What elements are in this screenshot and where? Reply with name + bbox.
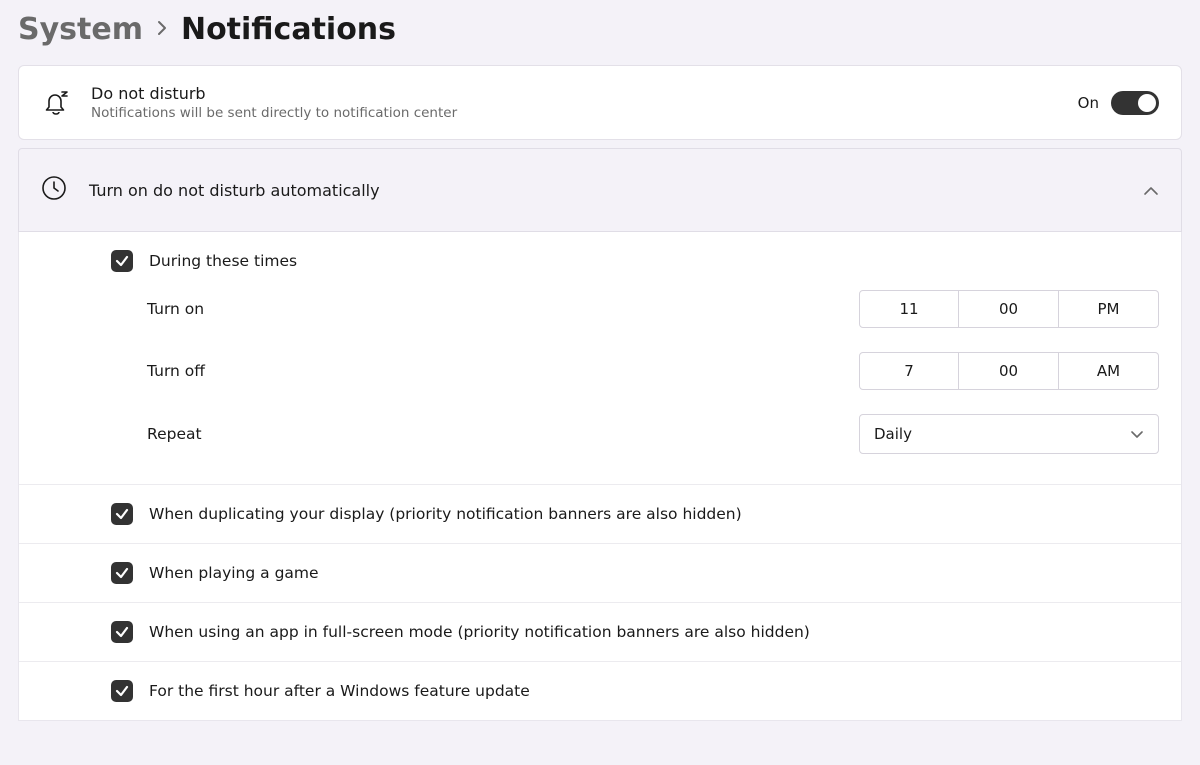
rule-duplicating-display: When duplicating your display (priority … bbox=[19, 484, 1181, 543]
rule-playing-game: When playing a game bbox=[19, 543, 1181, 602]
clock-icon bbox=[41, 175, 67, 205]
dnd-subtitle: Notifications will be sent directly to n… bbox=[91, 105, 1058, 121]
breadcrumb-parent[interactable]: System bbox=[18, 12, 143, 47]
rule-feature-update-label: For the first hour after a Windows featu… bbox=[149, 682, 530, 700]
bell-snooze-icon bbox=[41, 90, 71, 116]
repeat-label: Repeat bbox=[147, 425, 859, 443]
rule-feature-update: For the first hour after a Windows featu… bbox=[19, 661, 1181, 720]
repeat-row: Repeat Daily bbox=[111, 402, 1159, 466]
dnd-title: Do not disturb bbox=[91, 84, 1058, 103]
toggle-knob bbox=[1138, 94, 1156, 112]
dnd-card: Do not disturb Notifications will be sen… bbox=[18, 65, 1182, 140]
turn-on-hour[interactable]: 11 bbox=[859, 290, 959, 328]
chevron-right-icon bbox=[157, 20, 167, 40]
during-times-label: During these times bbox=[149, 252, 297, 270]
auto-dnd-body: During these times Turn on 11 00 PM Turn… bbox=[18, 232, 1182, 721]
turn-off-minute[interactable]: 00 bbox=[959, 352, 1059, 390]
chevron-up-icon bbox=[1143, 181, 1159, 200]
rule-game-label: When playing a game bbox=[149, 564, 319, 582]
turn-off-hour[interactable]: 7 bbox=[859, 352, 959, 390]
chevron-down-icon bbox=[1130, 425, 1144, 443]
turn-on-ampm[interactable]: PM bbox=[1059, 290, 1159, 328]
turn-off-ampm[interactable]: AM bbox=[1059, 352, 1159, 390]
rule-duplicating-checkbox[interactable] bbox=[111, 503, 133, 525]
rule-fullscreen-checkbox[interactable] bbox=[111, 621, 133, 643]
during-times-row: During these times bbox=[19, 232, 1181, 278]
dnd-toggle[interactable] bbox=[1111, 91, 1159, 115]
turn-off-row: Turn off 7 00 AM bbox=[111, 340, 1159, 402]
repeat-select[interactable]: Daily bbox=[859, 414, 1159, 454]
rule-fullscreen-label: When using an app in full-screen mode (p… bbox=[149, 623, 810, 641]
breadcrumb: System Notifications bbox=[18, 12, 1182, 47]
turn-on-row: Turn on 11 00 PM bbox=[111, 278, 1159, 340]
auto-dnd-title: Turn on do not disturb automatically bbox=[89, 181, 1121, 200]
dnd-state-label: On bbox=[1078, 94, 1099, 112]
rule-feature-update-checkbox[interactable] bbox=[111, 680, 133, 702]
times-block: Turn on 11 00 PM Turn off 7 00 AM Repeat bbox=[19, 278, 1181, 484]
repeat-value: Daily bbox=[874, 425, 912, 443]
rule-fullscreen: When using an app in full-screen mode (p… bbox=[19, 602, 1181, 661]
rule-game-checkbox[interactable] bbox=[111, 562, 133, 584]
page-title: Notifications bbox=[181, 12, 396, 47]
turn-off-label: Turn off bbox=[147, 362, 859, 380]
auto-dnd-header[interactable]: Turn on do not disturb automatically bbox=[18, 148, 1182, 232]
turn-on-label: Turn on bbox=[147, 300, 859, 318]
rule-duplicating-label: When duplicating your display (priority … bbox=[149, 505, 742, 523]
during-times-checkbox[interactable] bbox=[111, 250, 133, 272]
turn-on-minute[interactable]: 00 bbox=[959, 290, 1059, 328]
